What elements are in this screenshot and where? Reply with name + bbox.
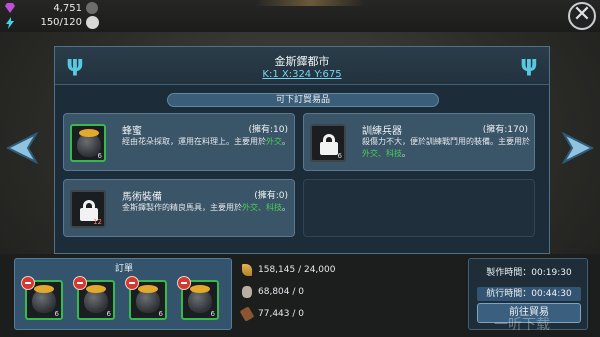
production-time: 製作時間：00:19:30 bbox=[486, 268, 572, 278]
item-description: 殺傷力不大，便於訓練戰鬥用的裝備。主要用於外交、科技。 bbox=[362, 136, 530, 160]
desc-text: 金斯鐸製作的精良馬具，主要用於 bbox=[122, 203, 242, 212]
sailing-time: 航行時間：00:44:30 bbox=[477, 287, 581, 301]
item-title: 馬術裝備 bbox=[122, 192, 162, 203]
desc-text: 殺傷力不大，便於訓練戰鬥用的裝備。主要用於 bbox=[362, 137, 530, 146]
trade-item-training-weapons[interactable]: 6 訓練兵器 (擁有:170) 殺傷力不大，便於訓練戰鬥用的裝備。主要用於外交、… bbox=[303, 113, 535, 171]
prev-city-arrow-icon[interactable] bbox=[5, 131, 40, 165]
desc-text: 。 bbox=[282, 137, 290, 146]
city-name: 金斯鐸都市 bbox=[274, 55, 330, 68]
resource-value: 77,443 / 0 bbox=[258, 309, 304, 319]
empty-item-slot bbox=[303, 179, 535, 237]
trade-panel: ψ 金斯鐸都市 K:1 X:324 Y:675 ψ 可下訂貿易品 6 蜂蜜 (擁… bbox=[54, 46, 550, 254]
honey-lid bbox=[190, 285, 210, 293]
orders-title: 訂單 bbox=[114, 264, 133, 274]
wood-icon bbox=[239, 306, 255, 322]
order-slot[interactable]: 6 bbox=[125, 276, 167, 320]
item-owned: (擁有:10) bbox=[248, 125, 288, 135]
remove-order-icon[interactable] bbox=[21, 276, 35, 290]
remove-order-icon[interactable] bbox=[125, 276, 139, 290]
item-description: 經由花朵採取，運用在料理上。主要用於外交。 bbox=[122, 136, 290, 148]
settings-icon[interactable] bbox=[86, 2, 98, 14]
order-slot[interactable]: 6 bbox=[21, 276, 63, 320]
desc-text: 。 bbox=[282, 203, 290, 212]
item-slot: 6 bbox=[310, 124, 346, 162]
order-count: 6 bbox=[158, 310, 163, 318]
watermark: 一听下载 bbox=[494, 317, 550, 333]
lock-body bbox=[320, 142, 338, 155]
slot-count: 12 bbox=[93, 218, 102, 226]
energy-counter: 150/120 bbox=[4, 16, 99, 29]
close-button[interactable]: ✕ bbox=[568, 2, 596, 30]
city-coordinates-link[interactable]: K:1 X:324 Y:675 bbox=[55, 69, 549, 80]
remove-order-icon[interactable] bbox=[73, 276, 87, 290]
energy-value: 150/120 bbox=[40, 17, 82, 28]
desc-highlight: 外交、科技 bbox=[362, 149, 402, 158]
order-slot[interactable]: 6 bbox=[73, 276, 115, 320]
slot-count: 6 bbox=[337, 152, 342, 160]
resource-value: 158,145 / 24,000 bbox=[258, 265, 336, 275]
trident-emblem-icon: ψ bbox=[520, 52, 538, 77]
gem-icon bbox=[4, 3, 16, 13]
honey-lid bbox=[86, 285, 106, 293]
lightning-icon bbox=[4, 16, 16, 29]
desc-text: 經由花朵採取，運用在料理上。主要用於 bbox=[122, 137, 266, 146]
desc-highlight: 外交 bbox=[266, 137, 282, 146]
item-owned: (擁有:0) bbox=[254, 191, 288, 201]
resource-row: 158,145 / 24,000 bbox=[242, 264, 335, 276]
order-slot[interactable]: 6 bbox=[177, 276, 219, 320]
resource-row: 68,804 / 0 bbox=[242, 286, 304, 298]
item-slot: 12 bbox=[70, 190, 106, 228]
next-city-arrow-icon[interactable] bbox=[560, 131, 595, 165]
globe-icon[interactable] bbox=[86, 16, 99, 29]
remove-order-icon[interactable] bbox=[177, 276, 191, 290]
order-count: 6 bbox=[106, 310, 111, 318]
order-count: 6 bbox=[210, 310, 215, 318]
honey-lid bbox=[138, 285, 158, 293]
trade-item-horse-gear[interactable]: 12 馬術裝備 (擁有:0) 金斯鐸製作的精良馬具，主要用於外交、科技。 bbox=[63, 179, 295, 237]
lock-icon bbox=[320, 134, 338, 155]
item-title: 蜂蜜 bbox=[122, 126, 142, 137]
orders-panel: 訂單 6 6 6 6 bbox=[14, 258, 232, 330]
desc-highlight: 外交、科技 bbox=[242, 203, 282, 212]
resource-row: 77,443 / 0 bbox=[239, 306, 304, 322]
section-title: 可下訂貿易品 bbox=[167, 93, 439, 107]
wheat-icon bbox=[242, 264, 252, 276]
lock-icon bbox=[80, 200, 98, 221]
gems-value: 4,751 bbox=[53, 2, 82, 14]
item-description: 金斯鐸製作的精良馬具，主要用於外交、科技。 bbox=[122, 202, 290, 214]
panel-header: ψ 金斯鐸都市 K:1 X:324 Y:675 ψ bbox=[55, 47, 549, 85]
honey-lid bbox=[79, 129, 99, 137]
gems-counter: 4,751 bbox=[4, 2, 98, 14]
item-owned: (擁有:170) bbox=[482, 125, 528, 135]
item-slot: 6 bbox=[70, 124, 106, 162]
order-count: 6 bbox=[54, 310, 59, 318]
trade-item-honey[interactable]: 6 蜂蜜 (擁有:10) 經由花朵採取，運用在料理上。主要用於外交。 bbox=[63, 113, 295, 171]
desc-text: 。 bbox=[402, 149, 410, 158]
honey-lid bbox=[34, 285, 54, 293]
resource-value: 68,804 / 0 bbox=[258, 287, 304, 297]
top-bar: 4,751 150/120 bbox=[0, 0, 600, 32]
top-ornament bbox=[255, 0, 365, 6]
stone-icon bbox=[242, 286, 252, 298]
item-title: 訓練兵器 bbox=[362, 126, 402, 137]
slot-count: 6 bbox=[97, 152, 102, 160]
